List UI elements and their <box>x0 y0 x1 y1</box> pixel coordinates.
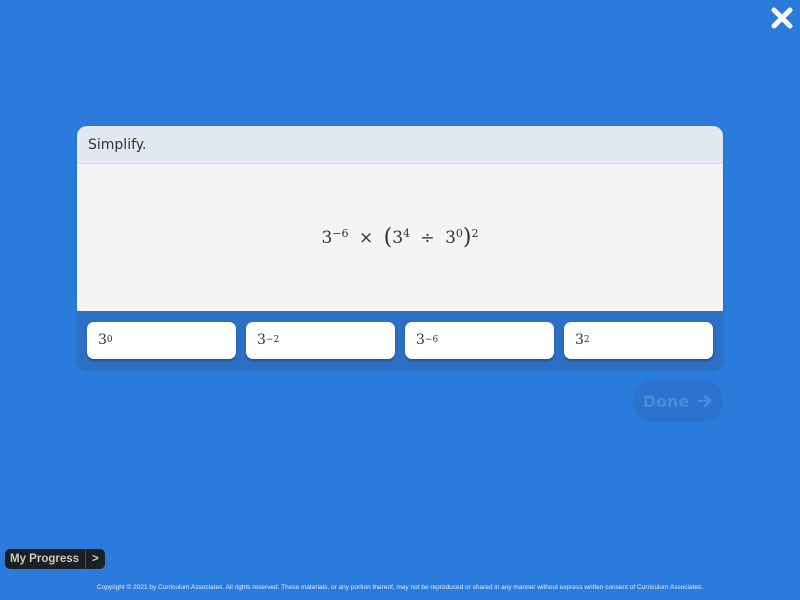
answer-choices: 30 3 −2 3 −6 32 <box>77 311 723 369</box>
my-progress-label: My Progress <box>10 553 80 565</box>
my-progress-button[interactable]: My Progress > <box>5 549 105 569</box>
done-label: Done <box>642 391 690 411</box>
term-base: 3 <box>392 228 404 248</box>
term-base: 3 <box>321 228 333 248</box>
done-button[interactable]: Done <box>633 380 723 422</box>
question-prompt: Simplify. <box>77 126 723 164</box>
answer-choice-4[interactable]: 32 <box>564 321 713 359</box>
math-expression: 3−6 × (34 ÷ 30)2 <box>321 225 478 250</box>
close-button[interactable] <box>770 6 794 30</box>
chevron-right-icon: > <box>85 549 105 569</box>
answer-base: 3 <box>575 332 584 348</box>
answer-base: 3 <box>98 332 107 348</box>
close-paren: ) <box>462 225 472 250</box>
open-paren: ( <box>383 225 393 250</box>
divide-operator: ÷ <box>420 228 435 248</box>
question-card: Simplify. 3−6 × (34 ÷ 30)2 30 3 −2 3 −6 32 <box>77 126 723 369</box>
copyright-notice: Copyright © 2021 by Curriculum Associate… <box>96 584 704 591</box>
answer-base: 3 <box>257 332 266 348</box>
times-operator: × <box>358 228 374 248</box>
term-exponent: 0 <box>455 227 463 240</box>
answer-choice-2[interactable]: 3 −2 <box>246 321 395 359</box>
answer-base: 3 <box>416 332 425 348</box>
term-base: 3 <box>445 228 456 248</box>
close-icon <box>771 7 793 29</box>
term-exponent: −6 <box>332 227 349 240</box>
outer-exponent: 2 <box>471 227 479 240</box>
arrow-right-icon <box>697 394 712 408</box>
question-body: 3−6 × (34 ÷ 30)2 <box>77 164 723 311</box>
answer-choice-3[interactable]: 3 −6 <box>405 321 554 359</box>
answer-choice-1[interactable]: 30 <box>87 321 236 359</box>
term-exponent: 4 <box>403 227 411 240</box>
